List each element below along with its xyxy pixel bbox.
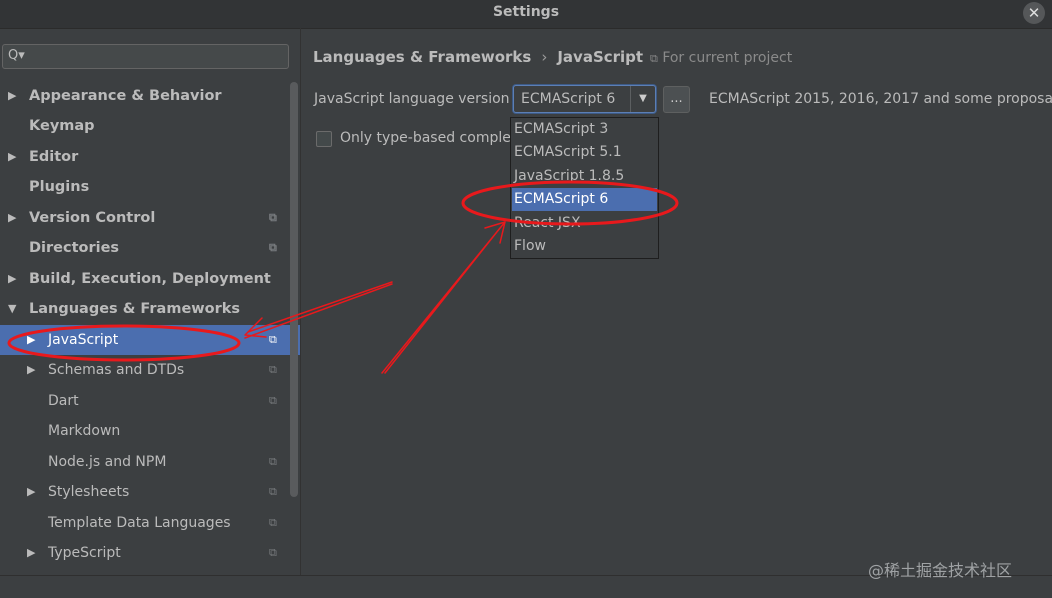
close-icon[interactable]: ✕ bbox=[1023, 2, 1045, 24]
sidebar-item-label: Stylesheets bbox=[48, 484, 130, 500]
title-bar: Settings ✕ bbox=[0, 0, 1052, 29]
chevron-down-icon[interactable]: ▼ bbox=[630, 86, 655, 112]
language-version-select[interactable]: ECMAScript 6 ▼ bbox=[513, 85, 656, 113]
sidebar-item-version-control[interactable]: ▶ Version Control ⧉ bbox=[0, 203, 290, 233]
sidebar-item-dart[interactable]: Dart ⧉ bbox=[0, 386, 290, 416]
type-based-completion-checkbox[interactable] bbox=[316, 131, 332, 147]
chevron-right-icon[interactable]: ▶ bbox=[27, 325, 35, 355]
sidebar-item-editor[interactable]: ▶ Editor bbox=[0, 142, 290, 172]
copy-icon: ⧉ bbox=[269, 394, 277, 407]
sidebar-item-build-execution-deployment[interactable]: ▶ Build, Execution, Deployment bbox=[0, 264, 290, 294]
project-scope-text: For current project bbox=[662, 50, 793, 66]
language-version-dropdown: ECMAScript 3 ECMAScript 5.1 JavaScript 1.8… bbox=[510, 117, 659, 259]
sidebar-item-label: Node.js and NPM bbox=[48, 454, 167, 470]
sidebar-item-label: Schemas and DTDs bbox=[48, 362, 185, 378]
search-input[interactable]: Q▾ bbox=[2, 44, 289, 69]
copy-icon: ⧉ bbox=[269, 455, 277, 468]
dropdown-option[interactable]: ECMAScript 6 bbox=[512, 188, 657, 212]
sidebar-item-label: Languages & Frameworks bbox=[29, 301, 241, 317]
breadcrumb-parent[interactable]: Languages & Frameworks bbox=[313, 48, 531, 66]
sidebar-item-label: Plugins bbox=[29, 179, 90, 195]
copy-icon: ⧉ bbox=[650, 52, 658, 65]
sidebar-item-label: Editor bbox=[29, 149, 79, 165]
annotation-arrow-up bbox=[381, 221, 506, 374]
sidebar-item-label: Template Data Languages bbox=[48, 515, 231, 531]
sidebar-item-node-js-and-npm[interactable]: Node.js and NPM ⧉ bbox=[0, 447, 290, 477]
sidebar-item-keymap[interactable]: Keymap bbox=[0, 111, 290, 141]
breadcrumb: Languages & Frameworks › JavaScript bbox=[313, 48, 643, 66]
watermark: @稀土掘金技术社区 bbox=[868, 561, 1013, 580]
chevron-right-icon[interactable]: ▶ bbox=[8, 81, 16, 111]
chevron-right-icon[interactable]: ▶ bbox=[27, 477, 35, 507]
sidebar-item-label: Keymap bbox=[29, 118, 95, 134]
language-version-value: ECMAScript 6 bbox=[521, 91, 616, 107]
chevron-right-icon[interactable]: ▶ bbox=[8, 203, 16, 233]
sidebar-item-stylesheets[interactable]: ▶ Stylesheets ⧉ bbox=[0, 477, 290, 507]
sidebar-item-plugins[interactable]: Plugins bbox=[0, 172, 290, 202]
sidebar-item-label: Version Control bbox=[29, 210, 156, 226]
copy-icon: ⧉ bbox=[269, 333, 277, 346]
dropdown-option[interactable]: ECMAScript 5.1 bbox=[512, 141, 657, 164]
sidebar-item-label: Dart bbox=[48, 393, 79, 409]
dropdown-option[interactable]: JavaScript 1.8.5 bbox=[512, 165, 657, 188]
sidebar-item-label: TypeScript bbox=[48, 545, 121, 561]
sidebar-item-template-data-languages[interactable]: Template Data Languages ⧉ bbox=[0, 508, 290, 538]
settings-tree: ▶ Appearance & Behavior Keymap ▶ Editor Plugi… bbox=[0, 80, 300, 575]
more-options-button[interactable]: ... bbox=[663, 86, 690, 113]
search-icon[interactable]: Q▾ bbox=[8, 48, 25, 63]
panel-divider bbox=[300, 28, 301, 575]
copy-icon: ⧉ bbox=[269, 363, 277, 376]
language-version-description: ECMAScript 2015, 2016, 2017 and some pro… bbox=[709, 91, 1052, 107]
sidebar-item-label: JavaScript bbox=[48, 332, 119, 348]
sidebar-item-markdown[interactable]: Markdown bbox=[0, 416, 290, 446]
sidebar-item-appearance-behavior[interactable]: ▶ Appearance & Behavior bbox=[0, 81, 290, 111]
breadcrumb-separator: › bbox=[541, 48, 548, 66]
chevron-right-icon[interactable]: ▶ bbox=[8, 264, 16, 294]
chevron-right-icon[interactable]: ▶ bbox=[27, 355, 35, 385]
chevron-right-icon[interactable]: ▶ bbox=[8, 142, 16, 172]
sidebar-item-typescript[interactable]: ▶ TypeScript ⧉ bbox=[0, 538, 290, 568]
sidebar-item-label: Appearance & Behavior bbox=[29, 88, 222, 104]
type-based-completion-label[interactable]: Only type-based completion bbox=[340, 130, 512, 146]
breadcrumb-current: JavaScript bbox=[557, 48, 644, 66]
copy-icon: ⧉ bbox=[269, 516, 277, 529]
copy-icon: ⧉ bbox=[269, 211, 277, 224]
sidebar-item-directories[interactable]: Directories ⧉ bbox=[0, 233, 290, 263]
chevron-down-icon[interactable]: ▼ bbox=[8, 294, 16, 324]
sidebar-item-schemas-and-dtds[interactable]: ▶ Schemas and DTDs ⧉ bbox=[0, 355, 290, 385]
copy-icon: ⧉ bbox=[269, 485, 277, 498]
dropdown-option[interactable]: React JSX bbox=[512, 212, 657, 235]
window-title: Settings bbox=[492, 4, 560, 20]
sidebar-item-label: Build, Execution, Deployment bbox=[29, 271, 271, 287]
chevron-right-icon[interactable]: ▶ bbox=[27, 538, 35, 568]
project-scope-note: ⧉ For current project bbox=[650, 50, 792, 66]
sidebar-item-label: Markdown bbox=[48, 423, 121, 439]
copy-icon: ⧉ bbox=[269, 546, 277, 559]
dropdown-option[interactable]: ECMAScript 3 bbox=[512, 118, 657, 141]
copy-icon: ⧉ bbox=[269, 241, 277, 254]
sidebar-item-javascript[interactable]: ▶ JavaScript ⧉ bbox=[0, 325, 300, 355]
sidebar-item-languages-frameworks[interactable]: ▼ Languages & Frameworks bbox=[0, 294, 290, 324]
sidebar-item-label: Directories bbox=[29, 240, 120, 256]
dropdown-option[interactable]: Flow bbox=[512, 235, 657, 258]
language-version-label: JavaScript language version bbox=[314, 91, 510, 107]
sidebar-scrollbar[interactable] bbox=[290, 82, 298, 497]
